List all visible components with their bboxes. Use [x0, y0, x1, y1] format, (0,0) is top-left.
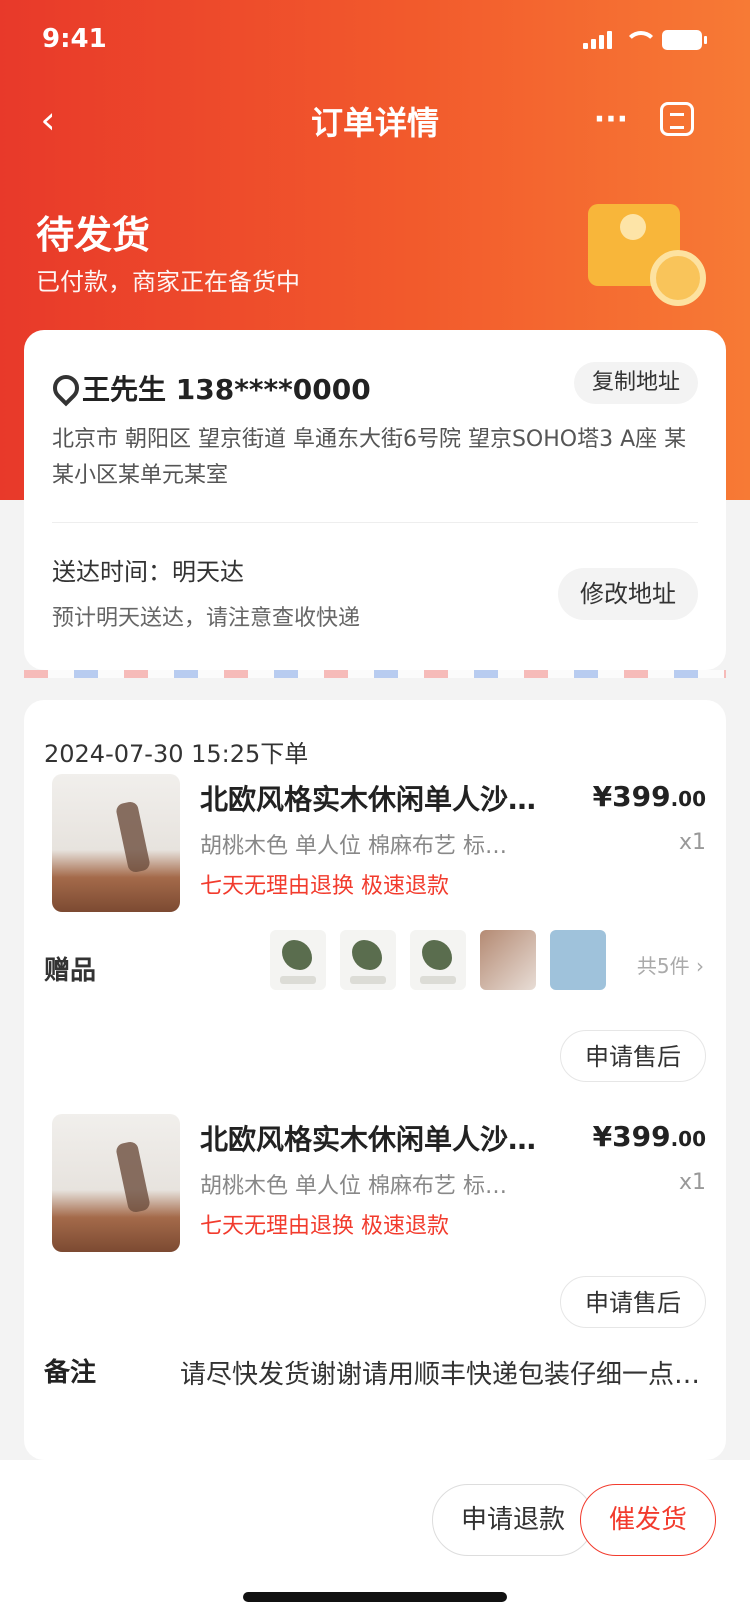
product-item[interactable]: 北欧风格实木休闲单人沙发椅客厅阳台 胡桃木色 单人位 棉麻布艺 标准款 七天无理…	[46, 1114, 706, 1264]
product-title: 北欧风格实木休闲单人沙发椅客厅阳台	[200, 783, 550, 816]
product-image	[52, 1114, 180, 1252]
gift-thumbnails	[270, 930, 606, 990]
bottom-action-bar: 申请退款 催发货	[0, 1460, 750, 1624]
recipient-info: 王先生 138****0000	[82, 373, 371, 406]
gift-more: 共5件 ›	[636, 954, 704, 978]
navigation-bar: ‹ 订单详情 ···	[0, 80, 750, 160]
gift-thumbnail	[410, 930, 466, 990]
product-title: 北欧风格实木休闲单人沙发椅客厅阳台	[200, 1123, 550, 1156]
status-icons	[583, 30, 707, 50]
location-pin-icon	[52, 375, 72, 401]
remark-row: 备注 请尽快发货谢谢请用顺丰快递包装仔细一点谢谢	[44, 1352, 704, 1392]
status-time: 9:41	[42, 24, 107, 54]
order-time: 2024-07-30 15:25下单	[44, 740, 309, 768]
refund-button[interactable]: 申请退款	[432, 1484, 595, 1556]
product-tag: 七天无理由退换 极速退款	[200, 874, 449, 899]
battery-icon	[662, 30, 707, 50]
wifi-icon	[624, 31, 658, 49]
product-spec: 胡桃木色 单人位 棉麻布艺 标准款	[200, 1174, 520, 1199]
product-price: ¥399.00	[592, 1120, 706, 1153]
signal-icon	[583, 31, 612, 49]
home-indicator	[243, 1592, 507, 1602]
product-price: ¥399.00	[592, 780, 706, 813]
product-quantity: x1	[678, 1170, 706, 1195]
order-status-subtitle: 已付款，商家正在备货中	[36, 268, 300, 296]
address-detail: 北京市 朝阳区 望京街道 阜通东大街6号院 望京SOHO塔3 A座 某某小区某单…	[52, 427, 687, 488]
remark-text: 请尽快发货谢谢请用顺丰快递包装仔细一点谢谢	[180, 1360, 704, 1390]
urge-shipment-button[interactable]: 催发货	[580, 1484, 717, 1556]
package-clock-illustration	[588, 196, 718, 306]
gift-thumbnail	[340, 930, 396, 990]
product-quantity: x1	[678, 830, 706, 855]
apply-after-sale-button[interactable]: 申请售后	[560, 1276, 706, 1328]
more-button[interactable]: ···	[594, 102, 628, 137]
delivery-note: 预计明天送达，请注意查收快递	[52, 606, 361, 631]
remark-label: 备注	[44, 1358, 97, 1388]
customer-service-icon[interactable]	[660, 102, 694, 136]
product-tag: 七天无理由退换 极速退款	[200, 1214, 449, 1239]
address-header: 王先生 138****0000	[52, 368, 371, 408]
divider	[52, 522, 698, 523]
gift-thumbnail	[270, 930, 326, 990]
order-status-title: 待发货	[36, 213, 151, 257]
delivery-time: 送达时间：明天达	[52, 558, 244, 586]
modify-address-button[interactable]: 修改地址	[558, 568, 698, 620]
copy-address-button[interactable]: 复制地址	[573, 362, 698, 404]
address-card: 王先生 138****0000 复制地址 北京市 朝阳区 望京街道 阜通东大街6…	[24, 330, 726, 670]
gift-thumbnail	[480, 930, 536, 990]
product-image	[52, 774, 180, 912]
gift-label: 赠品	[44, 956, 97, 986]
order-card: 2024-07-30 15:25下单 北欧风格实木休闲单人沙发椅客厅阳台 胡桃木…	[24, 700, 726, 1460]
status-bar: 9:41	[0, 0, 750, 80]
gift-row[interactable]: 赠品 共5件 ›	[44, 930, 704, 1000]
page-title: 订单详情	[310, 104, 439, 142]
gift-thumbnail	[550, 930, 606, 990]
envelope-stripe	[24, 670, 726, 678]
apply-after-sale-button[interactable]: 申请售后	[560, 1030, 706, 1082]
product-item[interactable]: 北欧风格实木休闲单人沙发椅客厅阳台 胡桃木色 单人位 棉麻布艺 标准款 七天无理…	[46, 774, 706, 924]
product-spec: 胡桃木色 单人位 棉麻布艺 标准款	[200, 834, 520, 859]
